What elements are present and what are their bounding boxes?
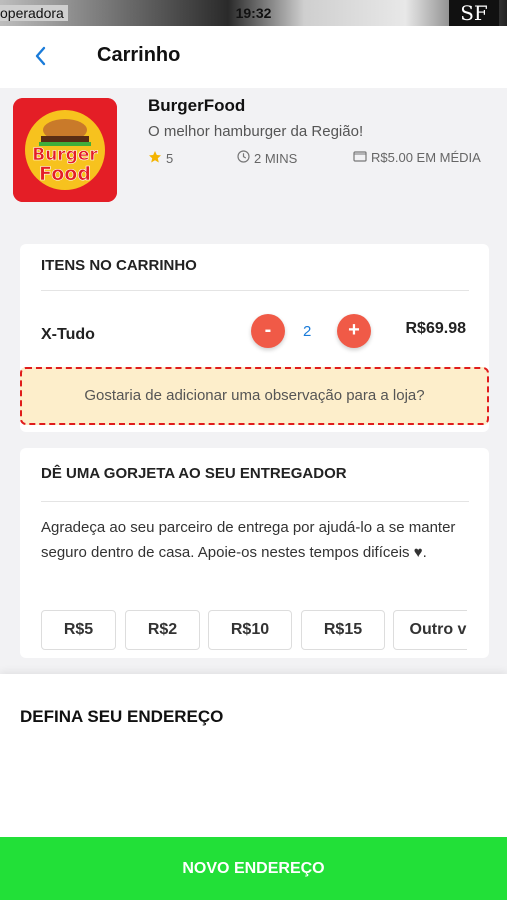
new-address-button[interactable]: NOVO ENDEREÇO	[0, 837, 507, 900]
status-bar: operadora 19:32 SF	[0, 0, 507, 26]
increase-quantity-button[interactable]: +	[337, 314, 371, 348]
star-icon	[148, 150, 162, 167]
tip-option-15[interactable]: R$15	[301, 610, 385, 650]
store-info: Burger Food BurgerFood O melhor hamburge…	[0, 88, 507, 228]
store-delivery-time: 2 MINS	[237, 150, 297, 166]
store-logo: Burger Food	[13, 98, 117, 202]
tip-option-other[interactable]: Outro v	[393, 610, 467, 650]
divider	[41, 290, 469, 291]
corner-logo: SF	[449, 0, 499, 26]
delivery-time-value: 2 MINS	[254, 150, 298, 166]
logo-text-bottom: Food	[39, 163, 91, 185]
clock: 19:32	[235, 5, 272, 21]
store-average-price: R$5.00 EM MÉDIA	[353, 150, 481, 165]
decrease-quantity-button[interactable]: -	[251, 314, 285, 348]
cart-item-name: X-Tudo	[41, 326, 95, 343]
store-rating: 5	[148, 150, 173, 167]
store-name: BurgerFood	[148, 96, 246, 115]
cart-title: ITENS NO CARRINHO	[41, 257, 197, 274]
wallet-icon	[353, 150, 367, 165]
clock-icon	[237, 150, 250, 166]
store-tagline: O melhor hamburger da Região!	[148, 123, 364, 140]
tip-options: R$5 R$2 R$10 R$15 Outro v	[41, 610, 467, 650]
divider	[41, 501, 469, 502]
app-header: Carrinho	[0, 26, 507, 88]
address-title: DEFINA SEU ENDEREÇO	[20, 707, 224, 726]
tip-option-5[interactable]: R$5	[41, 610, 116, 650]
cart-item-price: R$69.98	[405, 320, 467, 337]
tip-title: DÊ UMA GORJETA AO SEU ENTREGADOR	[41, 465, 347, 482]
store-observation-button[interactable]: Gostaria de adicionar uma observação par…	[20, 367, 489, 425]
tip-option-2[interactable]: R$2	[125, 610, 200, 650]
tip-option-10[interactable]: R$10	[208, 610, 292, 650]
logo-text-top: Burger	[32, 145, 98, 165]
chevron-left-icon[interactable]	[32, 44, 50, 68]
tip-card: DÊ UMA GORJETA AO SEU ENTREGADOR Agradeç…	[20, 448, 489, 658]
quantity-value: 2	[303, 323, 312, 340]
rating-value: 5	[166, 151, 174, 166]
average-price-value: R$5.00 EM MÉDIA	[371, 150, 481, 165]
tip-description: Agradeça ao seu parceiro de entrega por …	[41, 519, 456, 561]
page-title: Carrinho	[97, 44, 181, 66]
